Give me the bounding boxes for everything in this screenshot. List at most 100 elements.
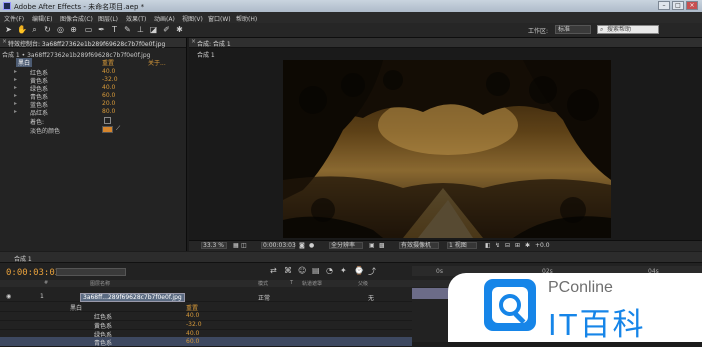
menu-view[interactable]: 视图(V) xyxy=(182,14,203,23)
expand-triangle-icon[interactable]: ▸ xyxy=(14,100,17,107)
row-value[interactable]: -32.0 xyxy=(186,321,202,328)
tint-row[interactable]: 着色: xyxy=(0,117,186,126)
help-search-input[interactable]: ⌕ 搜索帮助 xyxy=(597,25,659,34)
brainstorm-icon[interactable]: ✦ xyxy=(340,266,350,276)
puppet-tool-icon[interactable]: ✱ xyxy=(175,25,184,34)
param-value[interactable]: 40.0 xyxy=(102,84,115,91)
timecode-field[interactable]: 0:00:03:03 xyxy=(261,242,296,249)
row-value[interactable]: 40.0 xyxy=(186,330,199,337)
composition-inner-tab[interactable]: 合成 1 xyxy=(197,50,215,59)
expand-triangle-icon[interactable]: ▸ xyxy=(14,108,17,115)
eraser-tool-icon[interactable]: ◪ xyxy=(149,25,158,34)
roto-brush-tool-icon[interactable]: ✐ xyxy=(162,25,171,34)
maximize-button[interactable]: □ xyxy=(672,1,684,10)
resolution-select[interactable]: 全分辨率 xyxy=(329,242,363,249)
timeline-tab[interactable]: 合成 1 xyxy=(0,252,702,263)
brush-tool-icon[interactable]: ✎ xyxy=(123,25,132,34)
param-row[interactable]: ▸ 蓝色系 20.0 xyxy=(0,100,186,109)
close-tab-icon[interactable]: × xyxy=(2,38,7,45)
transparency-icon[interactable]: ▩ xyxy=(379,242,385,249)
motion-blur-icon[interactable]: ◔ xyxy=(326,266,336,276)
menu-edit[interactable]: 编辑(E) xyxy=(32,14,52,23)
views-select[interactable]: 1 视图 xyxy=(447,242,477,249)
mask-tool-icon[interactable]: ▭ xyxy=(84,25,93,34)
comp-mini-flowchart-icon[interactable]: ⇄ xyxy=(270,266,280,276)
param-value[interactable]: 20.0 xyxy=(102,100,115,107)
camera-tool-icon[interactable]: ◎ xyxy=(56,25,65,34)
tint-color-swatch[interactable] xyxy=(102,126,113,133)
current-time[interactable]: 0:00:03:03 xyxy=(6,268,60,278)
param-row[interactable]: ▸ 品红系 80.0 xyxy=(0,108,186,117)
param-value[interactable]: 80.0 xyxy=(102,108,115,115)
rotate-tool-icon[interactable]: ↻ xyxy=(43,25,52,34)
row-value[interactable]: 40.0 xyxy=(186,312,199,319)
close-button[interactable]: × xyxy=(686,1,698,10)
color-channel-icon[interactable]: ● xyxy=(309,242,314,249)
param-value[interactable]: 40.0 xyxy=(102,68,115,75)
title-bar: Adobe After Effects - 未命名项目.aep * – □ × xyxy=(0,0,702,12)
param-row[interactable]: ▸ 青色系 60.0 xyxy=(0,92,186,101)
reset-exposure-icon[interactable]: ✱ xyxy=(525,242,530,249)
reset-link[interactable]: 重置 xyxy=(102,58,114,67)
menu-animation[interactable]: 动画(A) xyxy=(154,14,175,23)
composition-viewer[interactable] xyxy=(283,60,611,238)
timeline-row[interactable]: 青色系 60.0 xyxy=(0,337,412,347)
visibility-eye-icon[interactable]: ◉ xyxy=(6,293,11,300)
mask-icon[interactable]: ◫ xyxy=(241,242,247,249)
menu-file[interactable]: 文件(F) xyxy=(4,14,24,23)
tint-checkbox[interactable] xyxy=(104,117,111,124)
tint-color-row[interactable]: 淡色的颜色 ⟋ xyxy=(0,125,186,135)
minimize-button[interactable]: – xyxy=(658,1,670,10)
menu-effect[interactable]: 效果(T) xyxy=(126,14,146,23)
draft-3d-icon[interactable]: ⌘ xyxy=(284,266,294,276)
menu-composition[interactable]: 图像合成(C) xyxy=(60,14,93,23)
workspace-select[interactable]: 标准 xyxy=(555,25,591,34)
selection-tool-icon[interactable]: ➤ xyxy=(4,25,13,34)
close-tab-icon[interactable]: × xyxy=(191,38,196,45)
layer-search-input[interactable] xyxy=(56,268,126,276)
flowchart-icon[interactable]: ⊞ xyxy=(515,242,520,249)
pan-behind-tool-icon[interactable]: ⊕ xyxy=(69,25,78,34)
pen-tool-icon[interactable]: ✒ xyxy=(97,25,106,34)
effect-controls-tab[interactable]: × 特效控制台: 3a68ff27362e1b289f69628c7b7f0e0… xyxy=(0,38,186,48)
expand-triangle-icon[interactable]: ▸ xyxy=(14,68,17,75)
menu-layer[interactable]: 图层(L) xyxy=(98,14,118,23)
timeline-icon[interactable]: ⊟ xyxy=(505,242,510,249)
region-icon[interactable]: ▣ xyxy=(369,242,375,249)
param-row[interactable]: ▸ 红色系 40.0 xyxy=(0,68,186,77)
graph-editor-icon[interactable]: ⤴ xyxy=(368,266,378,276)
camera-select[interactable]: 有效摄像机 xyxy=(399,242,439,249)
expand-triangle-icon[interactable]: ▸ xyxy=(14,76,17,83)
composition-tab[interactable]: × 合成: 合成 1 xyxy=(189,38,702,48)
expand-triangle-icon[interactable]: ▸ xyxy=(14,92,17,99)
clone-tool-icon[interactable]: ⊥ xyxy=(136,25,145,34)
grid-icon[interactable]: ▦ xyxy=(233,242,239,249)
zoom-select[interactable]: 33.3 % xyxy=(201,242,227,249)
param-value[interactable]: 60.0 xyxy=(102,92,115,99)
fast-preview-icon[interactable]: ↯ xyxy=(495,242,500,249)
layer-mode[interactable]: 正常 xyxy=(258,293,270,302)
snapshot-icon[interactable]: ◙ xyxy=(299,242,305,249)
hand-tool-icon[interactable]: ✋ xyxy=(17,25,27,34)
layer-row[interactable]: ◉ 1 3a68ff...289f69628c7b7f0e0f.jpg 正常 无 xyxy=(0,292,412,302)
eyedropper-icon[interactable]: ⟋ xyxy=(116,125,120,133)
text-tool-icon[interactable]: T xyxy=(110,25,119,34)
layer-name[interactable]: 3a68ff...289f69628c7b7f0e0f.jpg xyxy=(80,293,185,302)
menu-help[interactable]: 帮助(H) xyxy=(236,14,257,23)
composition-tab-label: 合成: 合成 1 xyxy=(197,41,231,48)
about-link[interactable]: 关于... xyxy=(148,58,166,67)
toggle-pixel-icon[interactable]: ◧ xyxy=(485,242,491,249)
exposure-value[interactable]: +0.0 xyxy=(535,242,550,249)
menu-window[interactable]: 窗口(W) xyxy=(208,14,231,23)
param-row[interactable]: ▸ 绿色系 40.0 xyxy=(0,84,186,93)
effect-header-row[interactable]: 黑白 重置 关于... xyxy=(0,58,186,67)
param-row[interactable]: ▸ 黄色系 -32.0 xyxy=(0,76,186,85)
effect-name[interactable]: 黑白 xyxy=(16,58,33,67)
expand-triangle-icon[interactable]: ▸ xyxy=(14,84,17,91)
param-value[interactable]: -32.0 xyxy=(102,76,118,83)
layer-parent[interactable]: 无 xyxy=(368,293,374,302)
zoom-tool-icon[interactable]: ⌕ xyxy=(30,25,39,34)
auto-keyframe-icon[interactable]: ⌚ xyxy=(354,266,364,276)
frame-blend-icon[interactable]: ▤ xyxy=(312,266,322,276)
shy-icon[interactable]: ☺ xyxy=(298,266,308,276)
